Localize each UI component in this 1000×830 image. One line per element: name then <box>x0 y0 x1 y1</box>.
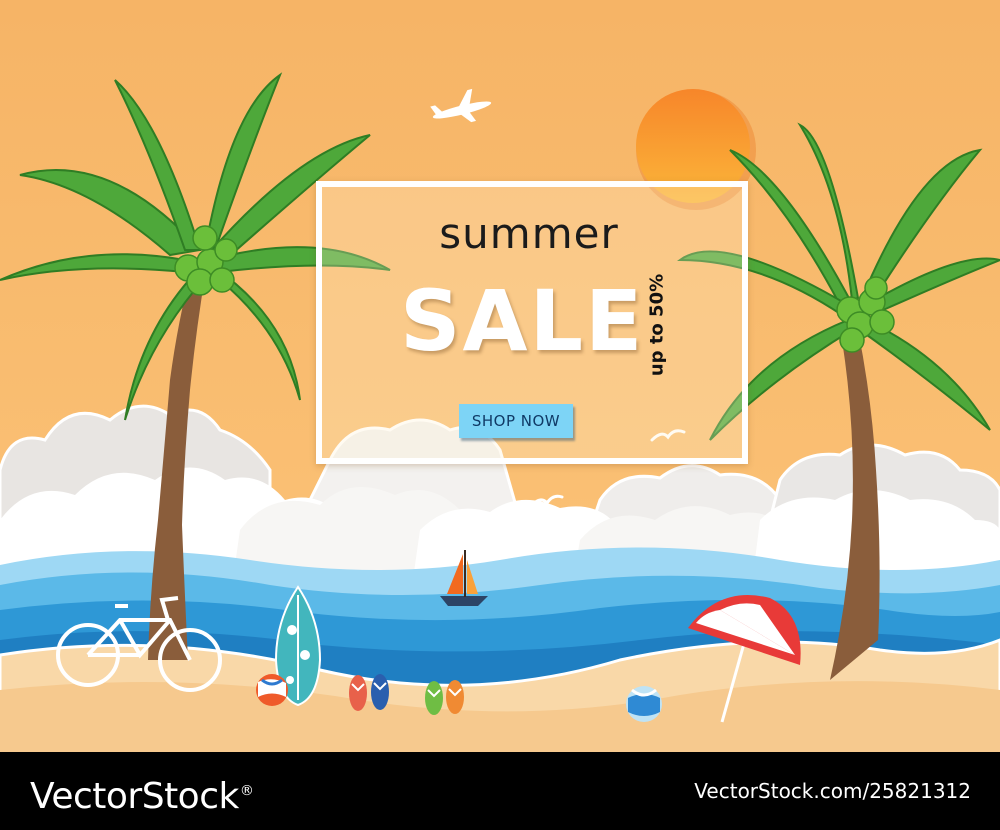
beach-ball-icon-2 <box>626 686 662 722</box>
poster: summer SALE up to 50% SHOP NOW VectorSto… <box>0 0 1000 830</box>
discount-text: up to 50% <box>646 273 668 377</box>
watermark-bar: VectorStock VectorStock.com/25821312 <box>0 752 1000 830</box>
shop-now-button[interactable]: SHOP NOW <box>459 404 573 438</box>
image-id-text: VectorStock.com/25821312 <box>694 779 971 803</box>
brand-logo: VectorStock <box>30 752 253 830</box>
beach-ball-icon <box>256 674 288 706</box>
sale-sign: summer SALE up to 50% SHOP NOW <box>316 181 748 464</box>
discount-label: up to 50% <box>642 273 672 377</box>
summer-heading: summer <box>439 209 619 258</box>
sale-title: SALE <box>400 272 645 370</box>
